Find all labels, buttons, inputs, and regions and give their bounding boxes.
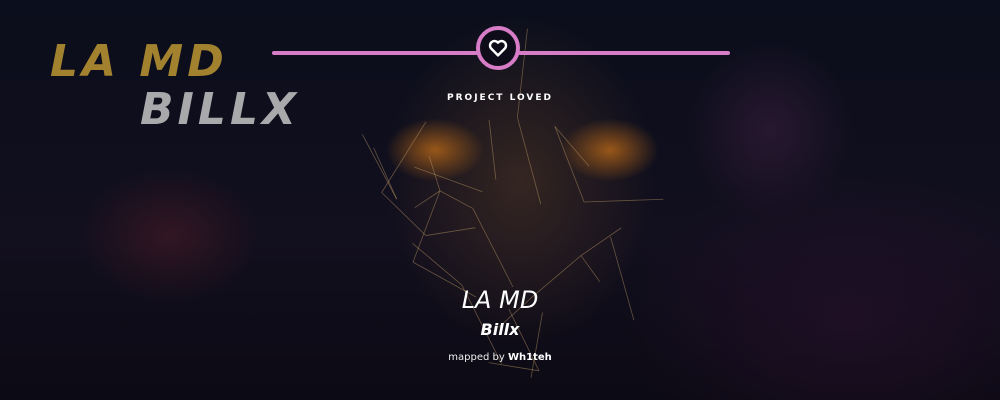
status-ring: [476, 26, 520, 70]
beatmap-banner: LA MD BILLX PROJECT LOVED LA MD Billx ma…: [0, 0, 1000, 400]
heart-icon: [488, 39, 508, 57]
wire-line: [425, 227, 476, 236]
wire-line: [414, 166, 483, 193]
status-line-right: [518, 51, 730, 55]
wire-line: [554, 126, 590, 167]
mapper-line: mapped by Wh1teh: [0, 352, 1000, 363]
wire-line: [439, 190, 474, 209]
artwork-logo-line2: BILLX: [140, 84, 300, 135]
wire-line: [428, 156, 441, 192]
artwork-logo-line1: LA MD: [50, 36, 228, 87]
wire-line: [412, 242, 463, 286]
status-line-left: [272, 51, 478, 55]
mapped-by-label: mapped by: [448, 352, 505, 363]
mapper-name: Wh1teh: [507, 352, 552, 363]
wire-line: [414, 190, 441, 209]
wire-line: [362, 134, 398, 200]
wire-line: [381, 192, 427, 236]
wire-line: [472, 208, 514, 288]
wire-line: [580, 255, 601, 282]
wire-line: [554, 126, 585, 203]
wire-line: [580, 227, 622, 256]
wire-line: [488, 119, 497, 180]
wire-line: [516, 117, 542, 205]
status-label: PROJECT LOVED: [447, 93, 553, 103]
beatmap-artist: Billx: [480, 320, 520, 339]
wire-line: [381, 121, 427, 193]
wire-line: [488, 362, 540, 372]
beatmap-title: LA MD: [461, 286, 539, 314]
wire-line: [584, 198, 664, 203]
